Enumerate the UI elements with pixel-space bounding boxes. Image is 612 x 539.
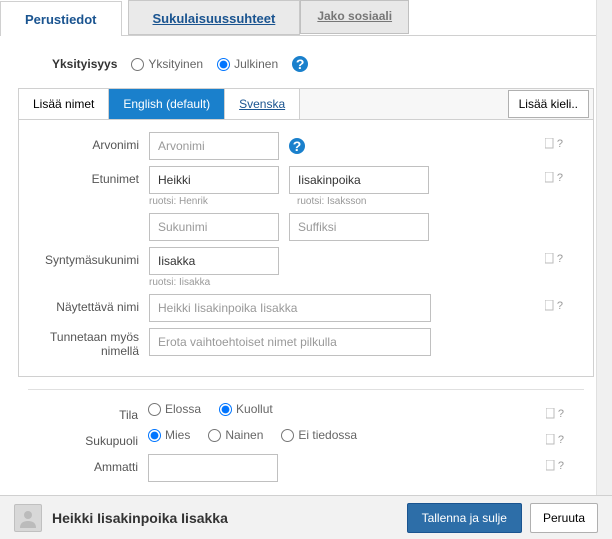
radio-public[interactable] [217,58,230,71]
radio-female[interactable] [208,429,221,442]
tab-share[interactable]: Jako sosiaali [300,0,409,34]
doc-help-icon[interactable]: ? [545,294,563,312]
add-language-button[interactable]: Lisää kieli.. [508,90,589,118]
footer-name: Heikki Iisakinpoika Iisakka [52,510,228,526]
scrollbar[interactable] [596,0,612,495]
birthlast-hint: ruotsi: Iisakka [149,277,287,288]
occupation-input[interactable] [148,454,278,482]
tab-addnames[interactable]: Lisää nimet [19,89,109,119]
save-button[interactable]: Tallenna ja sulje [407,503,522,533]
doc-help-icon[interactable]: ? [545,166,563,184]
displayname-input[interactable] [149,294,431,322]
doc-help-icon[interactable]: ? [545,132,563,150]
aka-input[interactable] [149,328,431,356]
display-label: Näytettävä nimi [29,294,149,314]
tab-relations[interactable]: Sukulaisuussuhteet [128,0,301,35]
privacy-private[interactable]: Yksityinen [131,57,203,71]
label-public: Julkinen [234,57,278,71]
name-tabs: Lisää nimet English (default) Svenska Li… [19,89,593,120]
radio-private[interactable] [131,58,144,71]
label-male: Mies [165,428,190,442]
middlename-input[interactable] [289,166,429,194]
gender-female[interactable]: Nainen [208,428,263,442]
title-input[interactable] [149,132,279,160]
gender-male[interactable]: Mies [148,428,190,442]
status-label: Tila [28,402,148,422]
cancel-button[interactable]: Peruuta [530,503,598,533]
tab-english[interactable]: English (default) [109,89,225,119]
privacy-row: Yksityisyys Yksityinen Julkinen ? [52,56,594,72]
firstname-hint: ruotsi: Henrik [149,196,287,207]
radio-unknown[interactable] [281,429,294,442]
firstnames-label: Etunimet [29,166,149,186]
radio-alive[interactable] [148,403,161,416]
lastname-input[interactable] [149,213,279,241]
label-alive: Elossa [165,402,201,416]
birthlast-label: Syntymäsukunimi [29,247,149,267]
middlename-hint: ruotsi: Isaksson [297,196,437,207]
label-dead: Kuollut [236,402,273,416]
privacy-public[interactable]: Julkinen [217,57,278,71]
birthlast-input[interactable] [149,247,279,275]
help-icon[interactable]: ? [289,138,305,154]
privacy-label: Yksityisyys [52,57,117,71]
label-female: Nainen [225,428,263,442]
label-private: Yksityinen [148,57,203,71]
aka-label: Tunnetaan myös nimellä [29,328,149,358]
suffix-input[interactable] [289,213,429,241]
title-label: Arvonimi [29,132,149,152]
gender-unknown[interactable]: Ei tiedossa [281,428,357,442]
help-icon[interactable]: ? [292,56,308,72]
firstname-input[interactable] [149,166,279,194]
gender-label: Sukupuoli [28,428,148,448]
occupation-label: Ammatti [28,454,148,474]
divider [28,389,584,390]
name-panel: Lisää nimet English (default) Svenska Li… [18,88,594,377]
doc-help-icon[interactable]: ? [546,454,564,472]
radio-dead[interactable] [219,403,232,416]
status-dead[interactable]: Kuollut [219,402,273,416]
footer: Heikki Iisakinpoika Iisakka Tallenna ja … [0,495,612,539]
avatar [14,504,42,532]
doc-help-icon[interactable]: ? [545,247,563,265]
tab-basics[interactable]: Perustiedot [0,1,122,36]
radio-male[interactable] [148,429,161,442]
label-unknown: Ei tiedossa [298,428,357,442]
status-alive[interactable]: Elossa [148,402,201,416]
doc-help-icon[interactable]: ? [546,402,564,420]
tab-svenska[interactable]: Svenska [225,89,300,119]
doc-help-icon[interactable]: ? [546,428,564,446]
main-tabs: Perustiedot Sukulaisuussuhteet Jako sosi… [0,0,612,36]
